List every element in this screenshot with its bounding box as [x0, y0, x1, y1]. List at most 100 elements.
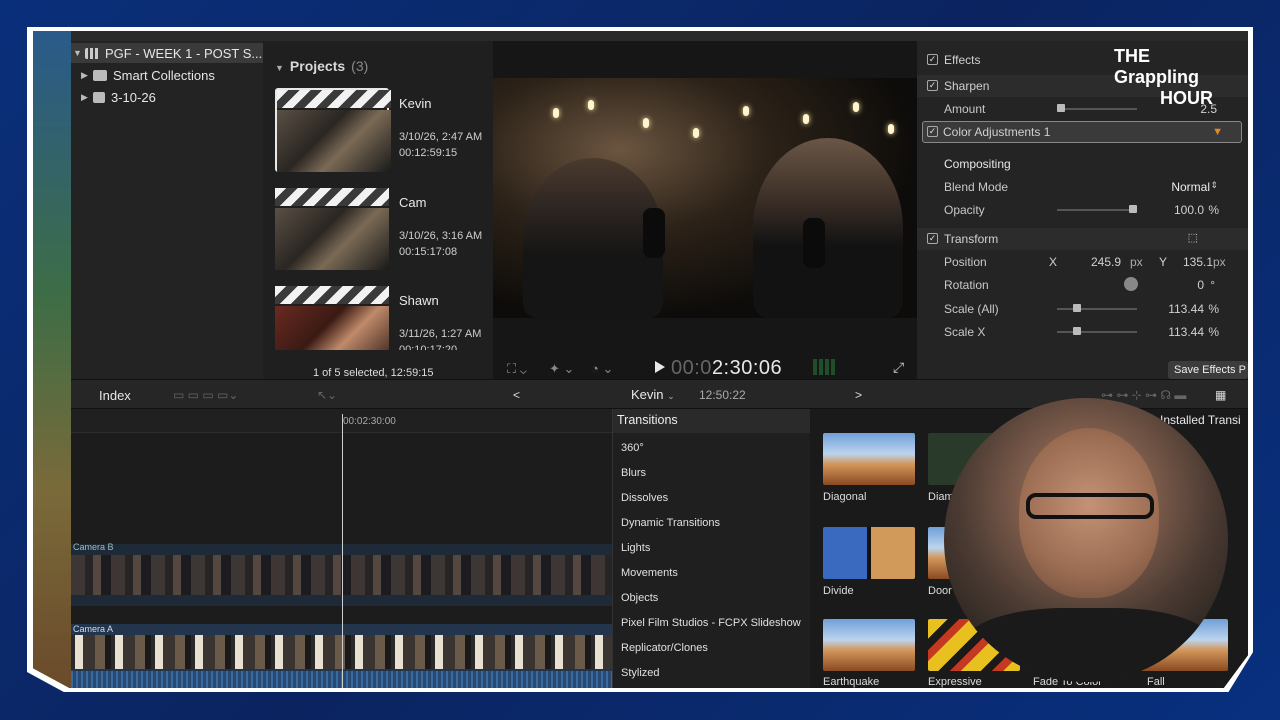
clip-thumbnail [275, 208, 389, 270]
audio-meters [813, 359, 835, 375]
blend-mode-row: Blend Mode Normal ⇕ [917, 176, 1248, 198]
select-tool-icon[interactable]: ↖⌄ [317, 388, 337, 402]
transition-category[interactable]: Dynamic Transitions [621, 517, 720, 529]
disclosure-right-icon[interactable]: ▶ [81, 92, 93, 103]
tile-label: Door [928, 585, 952, 597]
rotation-dial[interactable] [1124, 277, 1138, 291]
clip-browser: ▼ Projects (3) Kevin 3/10/26, 2:47 AM 00:1… [263, 41, 493, 379]
crop-tool-icon[interactable]: ⛶ ⌄ [507, 361, 527, 377]
slider-knob[interactable] [1057, 104, 1065, 112]
timeline[interactable]: 00:02:30:00 Camera B Camera A [71, 409, 612, 688]
index-button[interactable]: Index [99, 388, 131, 403]
opacity-slider[interactable] [1057, 205, 1137, 213]
transition-category[interactable]: Dissolves [621, 492, 668, 504]
slider-knob[interactable] [1073, 327, 1081, 335]
enhance-wand-icon[interactable]: ✦ ⌄ [549, 361, 574, 377]
library-root[interactable]: ▼ PGF - WEEK 1 - POST S... [71, 43, 263, 63]
transition-category[interactable]: Objects [621, 592, 658, 604]
blend-mode-select[interactable]: Normal [1171, 180, 1210, 194]
opacity-label: Opacity [944, 203, 985, 217]
transition-category[interactable]: Lights [621, 542, 650, 554]
disclosure-right-icon[interactable]: ▶ [81, 70, 93, 81]
transition-category[interactable]: Pixel Film Studios - FCPX Slideshow [621, 617, 801, 629]
light-bulb [553, 108, 559, 118]
browser-toggle-icon[interactable]: ▦ [1215, 388, 1226, 402]
scale-x-slider[interactable] [1057, 327, 1137, 335]
microphone [803, 218, 825, 268]
folder-icon [93, 69, 107, 81]
opacity-value[interactable]: 100.0 [1174, 203, 1204, 217]
save-effects-preset-button[interactable]: Save Effects P [1168, 361, 1248, 379]
installed-transitions-label: Installed Transi [1160, 413, 1241, 427]
forward-arrow-icon[interactable]: > [855, 388, 862, 402]
library-item-smart-collections[interactable]: ▶ Smart Collections [81, 65, 215, 85]
fullscreen-icon[interactable]: ⤢ [893, 359, 904, 376]
clip-name: Kevin [399, 96, 432, 111]
disclosure-down-icon[interactable]: ▼ [73, 48, 85, 58]
clip-name: Cam [399, 195, 427, 210]
transition-tile-earthquake[interactable] [823, 619, 915, 671]
transition-category[interactable]: Blurs [621, 467, 646, 479]
scale-all-value[interactable]: 113.44 [1168, 302, 1204, 316]
projects-label: Projects [289, 58, 346, 74]
sharpen-checkbox[interactable]: ✓ [927, 80, 938, 91]
transform-row[interactable]: ✓ Transform ⬚ [917, 228, 1248, 250]
light-bulb [888, 124, 894, 134]
rotation-value[interactable]: 0 [1197, 278, 1204, 292]
position-row: Position X 245.9 px Y 135.1 px [917, 251, 1248, 273]
scale-all-slider[interactable] [1057, 304, 1137, 312]
transition-tile-diagonal[interactable] [823, 433, 915, 485]
host-person [523, 158, 663, 318]
slider-knob[interactable] [1073, 304, 1081, 312]
transform-checkbox[interactable]: ✓ [927, 233, 938, 244]
transition-tile-divide[interactable] [823, 527, 915, 579]
playhead[interactable] [342, 414, 343, 688]
library-item-label: 3-10-26 [111, 89, 156, 105]
color-adj-checkbox[interactable]: ✓ [927, 126, 938, 137]
play-icon[interactable] [655, 361, 665, 373]
library-item-event[interactable]: ▶ 3-10-26 [81, 87, 156, 107]
transition-category[interactable]: 360° [621, 442, 644, 454]
slider-knob[interactable] [1129, 205, 1137, 213]
speed-gauge-icon[interactable]: ◔ ⌄ [591, 361, 613, 377]
back-arrow-icon[interactable]: < [513, 388, 520, 402]
updown-chevron-icon[interactable]: ⇕ [1210, 180, 1218, 191]
transition-category[interactable]: Stylized [621, 667, 660, 679]
timeline-project-name[interactable]: Kevin ⌄ [631, 387, 675, 402]
project-clip-shawn[interactable] [275, 286, 389, 350]
color-adj-label: Color Adjustments 1 [943, 125, 1051, 139]
guest-person [753, 138, 903, 318]
event-star-icon [93, 91, 105, 103]
microphone [643, 208, 665, 258]
pos-y-value[interactable]: 135.1 [1183, 255, 1213, 269]
clip-thumbnail [277, 110, 391, 172]
viewer: ⛶ ⌄ ✦ ⌄ ◔ ⌄ 00:02:30:06 ⤢ [493, 41, 917, 379]
effects-label: Effects [944, 53, 981, 67]
pos-x-value[interactable]: 245.9 [1091, 255, 1121, 269]
clip-thumbnail [275, 306, 389, 350]
amount-label: Amount [944, 102, 986, 116]
projects-header[interactable]: ▼ Projects (3) [275, 58, 368, 74]
color-adjustments-row[interactable]: ✓ Color Adjustments 1 ▼ [922, 121, 1242, 143]
chevron-down-icon[interactable]: ⌄ [667, 391, 675, 401]
presenter-glasses [1026, 493, 1154, 519]
projects-count: (3) [351, 58, 369, 74]
effects-checkbox[interactable]: ✓ [927, 54, 938, 65]
clip-duration: 00:15:17:08 [399, 246, 458, 258]
rotation-label: Rotation [944, 278, 989, 292]
clapperboard-icon [275, 286, 389, 304]
timecode-display[interactable]: 00:02:30:06 [671, 357, 782, 380]
transform-onscreen-icon[interactable]: ⬚ [1188, 231, 1198, 244]
timecode-value: 2:30:06 [711, 357, 783, 379]
lane-label: Camera A [73, 624, 114, 634]
scale-x-value[interactable]: 113.44 [1168, 325, 1204, 339]
color-wheel-icon[interactable]: ▼ [1212, 126, 1223, 138]
transition-category[interactable]: Movements [621, 567, 678, 579]
project-clip-cam[interactable] [275, 188, 389, 272]
disclosure-down-icon[interactable]: ▼ [275, 63, 284, 73]
connect-clip-icon[interactable]: ▭ ▭ ▭ ▭⌄ [173, 388, 238, 402]
project-clip-kevin[interactable] [275, 88, 391, 172]
transition-category[interactable]: Replicator/Clones [621, 642, 708, 654]
scale-x-label: Scale X [944, 325, 986, 339]
scale-all-label: Scale (All) [944, 302, 999, 316]
